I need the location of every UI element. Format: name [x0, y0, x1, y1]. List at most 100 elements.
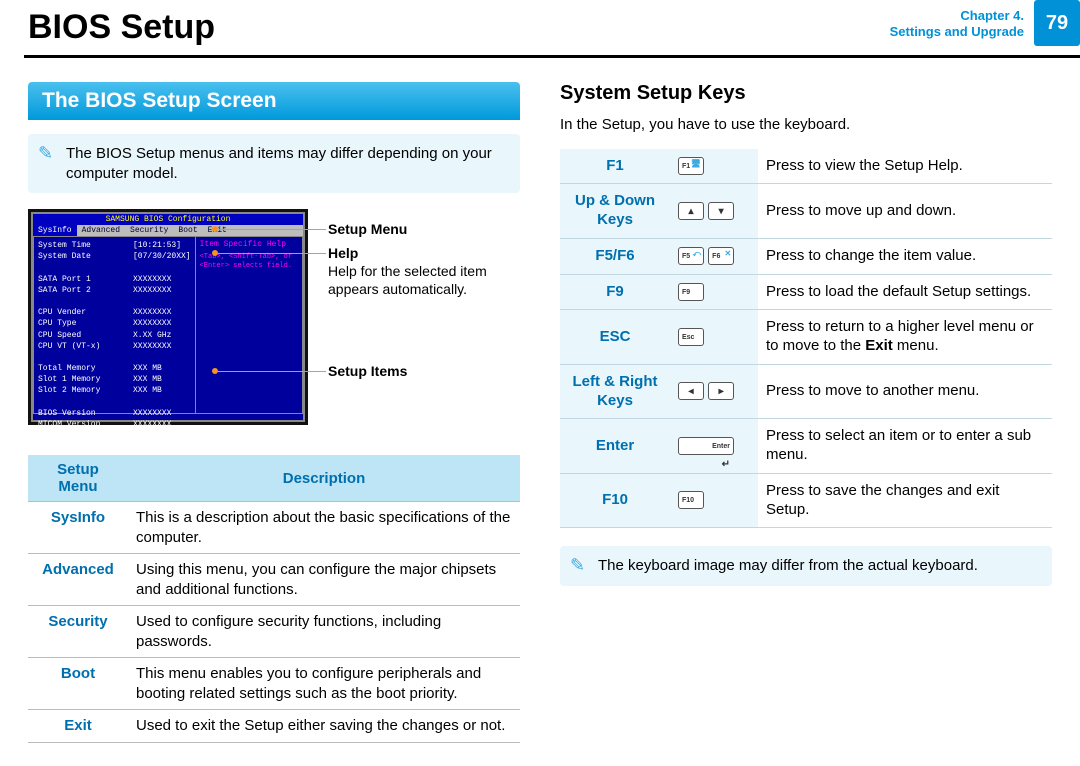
key-f6: F6✕ — [708, 247, 734, 265]
key-right: ▸ — [708, 382, 734, 400]
note-box: ✎ The BIOS Setup menus and items may dif… — [28, 134, 520, 193]
section-banner: The BIOS Setup Screen — [28, 82, 520, 120]
th-setup-menu: Setup Menu — [28, 455, 128, 502]
bios-tab-advanced: Advanced — [77, 225, 125, 236]
keys-heading: System Setup Keys — [560, 82, 1052, 105]
bios-menu: SysInfo Advanced Security Boot Exit — [33, 225, 303, 236]
bios-row: Total MemoryXXX MB — [38, 363, 191, 374]
key-image: Esc — [670, 310, 758, 365]
bios-tab-boot: Boot — [173, 225, 202, 236]
page-header: BIOS Setup Chapter 4. Settings and Upgra… — [0, 0, 1080, 58]
bios-screen: SAMSUNG BIOS Configuration SysInfo Advan… — [28, 209, 308, 425]
note-text: The BIOS Setup menus and items may diffe… — [66, 145, 492, 182]
menu-desc: Used to exit the Setup either saving the… — [128, 710, 520, 743]
chapter-line2: Settings and Upgrade — [890, 24, 1024, 40]
key-image: F5⤺ F6✕ — [670, 238, 758, 274]
key-image: Enter↵ — [670, 419, 758, 474]
key-row: Enter Enter↵ Press to select an item or to… — [560, 419, 1052, 474]
key-desc: Press to move up and down. — [758, 184, 1052, 239]
key-name: Left & RightKeys — [560, 364, 670, 419]
bios-row — [38, 397, 191, 408]
bios-tab-security: Security — [125, 225, 173, 236]
key-image: F1🖥 — [670, 149, 758, 184]
keys-table: F1F1🖥Press to view the Setup Help.Up & D… — [560, 149, 1052, 529]
menu-desc: Using this menu, you can configure the m… — [128, 554, 520, 606]
key-f1: F1🖥 — [678, 157, 704, 175]
chapter-box: Chapter 4. Settings and Upgrade 79 — [890, 0, 1080, 46]
callout-setup-menu: Setup Menu — [328, 221, 407, 237]
table-row: ExitUsed to exit the Setup either saving… — [28, 710, 520, 743]
bios-row — [38, 352, 191, 363]
menu-name: SysInfo — [28, 502, 128, 554]
bios-tab-sysinfo: SysInfo — [33, 225, 77, 236]
key-row: Left & RightKeys◂ ▸Press to move to anot… — [560, 364, 1052, 419]
key-image: F9 — [670, 274, 758, 310]
key-row: F10 F10 Press to save the changes and exit… — [560, 473, 1052, 528]
key-name: F9 — [560, 274, 670, 310]
setup-menu-table: Setup Menu Description SysInfoThis is a … — [28, 455, 520, 743]
bios-row — [38, 262, 191, 273]
callout-help-desc: Help for the selected item appears autom… — [328, 263, 520, 298]
key-f5: F5⤺ — [678, 247, 704, 265]
table-row: SysInfoThis is a description about the b… — [28, 502, 520, 554]
bios-row: System Date[07/30/20XX] — [38, 251, 191, 262]
key-image: ◂ ▸ — [670, 364, 758, 419]
key-name: ESC — [560, 310, 670, 365]
bios-items-panel: System Time[10:21:53]System Date[07/30/2… — [33, 236, 196, 414]
bios-row: BIOS VersionXXXXXXXX — [38, 408, 191, 419]
bios-row: MICOM VersionXXXXXXXX — [38, 419, 191, 430]
menu-name: Advanced — [28, 554, 128, 606]
key-name: Up & DownKeys — [560, 184, 670, 239]
table-row: SecurityUsed to configure security funct… — [28, 606, 520, 658]
key-image: ▴ ▾ — [670, 184, 758, 239]
menu-desc: Used to configure security functions, in… — [128, 606, 520, 658]
key-name: F1 — [560, 149, 670, 184]
left-column: The BIOS Setup Screen ✎ The BIOS Setup m… — [28, 82, 520, 743]
note-icon: ✎ — [570, 554, 585, 577]
page-title: BIOS Setup — [28, 8, 215, 47]
page-number: 79 — [1034, 0, 1080, 46]
table-row: AdvancedUsing this menu, you can configu… — [28, 554, 520, 606]
bios-row: CPU VenderXXXXXXXX — [38, 307, 191, 318]
key-desc: Press to select an item or to enter a su… — [758, 419, 1052, 474]
bios-help-head: Item Specific Help — [200, 240, 298, 249]
header-rule — [24, 55, 1080, 58]
callout-setup-items: Setup Items — [328, 363, 407, 379]
key-image: F10 — [670, 473, 758, 528]
key-desc: Press to view the Setup Help. — [758, 149, 1052, 184]
bios-row — [38, 296, 191, 307]
keyboard-note-text: The keyboard image may differ from the a… — [598, 557, 978, 574]
key-desc: Press to change the item value. — [758, 238, 1052, 274]
keys-intro: In the Setup, you have to use the keyboa… — [560, 115, 1052, 135]
right-column: System Setup Keys In the Setup, you have… — [560, 82, 1052, 743]
key-row: F1 F1🖥 Press to view the Setup Help. — [560, 149, 1052, 184]
key-desc: Press to return to a higher level menu o… — [758, 310, 1052, 365]
bios-help-panel: Item Specific Help <Tab>, <Shift-Tab>, o… — [196, 236, 303, 414]
key-row: Up & DownKeys▴ ▾Press to move up and dow… — [560, 184, 1052, 239]
chapter-text: Chapter 4. Settings and Upgrade — [890, 0, 1034, 46]
key-enter: Enter↵ — [678, 437, 734, 455]
key-desc: Press to save the changes and exit Setup… — [758, 473, 1052, 528]
key-down: ▾ — [708, 202, 734, 220]
menu-desc: This is a description about the basic sp… — [128, 502, 520, 554]
bios-row: Slot 1 MemoryXXX MB — [38, 374, 191, 385]
bios-row: SATA Port 1XXXXXXXX — [38, 274, 191, 285]
key-f10: F10 — [678, 491, 704, 509]
key-left: ◂ — [678, 382, 704, 400]
chapter-line1: Chapter 4. — [890, 8, 1024, 24]
key-desc: Press to move to another menu. — [758, 364, 1052, 419]
bios-row: SATA Port 2XXXXXXXX — [38, 285, 191, 296]
bios-row: CPU SpeedX.XX GHz — [38, 330, 191, 341]
th-description: Description — [128, 455, 520, 502]
note-icon: ✎ — [38, 142, 53, 165]
key-desc: Press to load the default Setup settings… — [758, 274, 1052, 310]
key-name: F10 — [560, 473, 670, 528]
keyboard-note: ✎ The keyboard image may differ from the… — [560, 546, 1052, 586]
bios-row: CPU VT (VT-x)XXXXXXXX — [38, 341, 191, 352]
table-header-row: Setup Menu Description — [28, 455, 520, 502]
bios-row: Slot 2 MemoryXXX MB — [38, 385, 191, 396]
key-name: Enter — [560, 419, 670, 474]
key-name: F5/F6 — [560, 238, 670, 274]
key-esc: Esc — [678, 328, 704, 346]
bios-titlebar: SAMSUNG BIOS Configuration — [33, 214, 303, 225]
